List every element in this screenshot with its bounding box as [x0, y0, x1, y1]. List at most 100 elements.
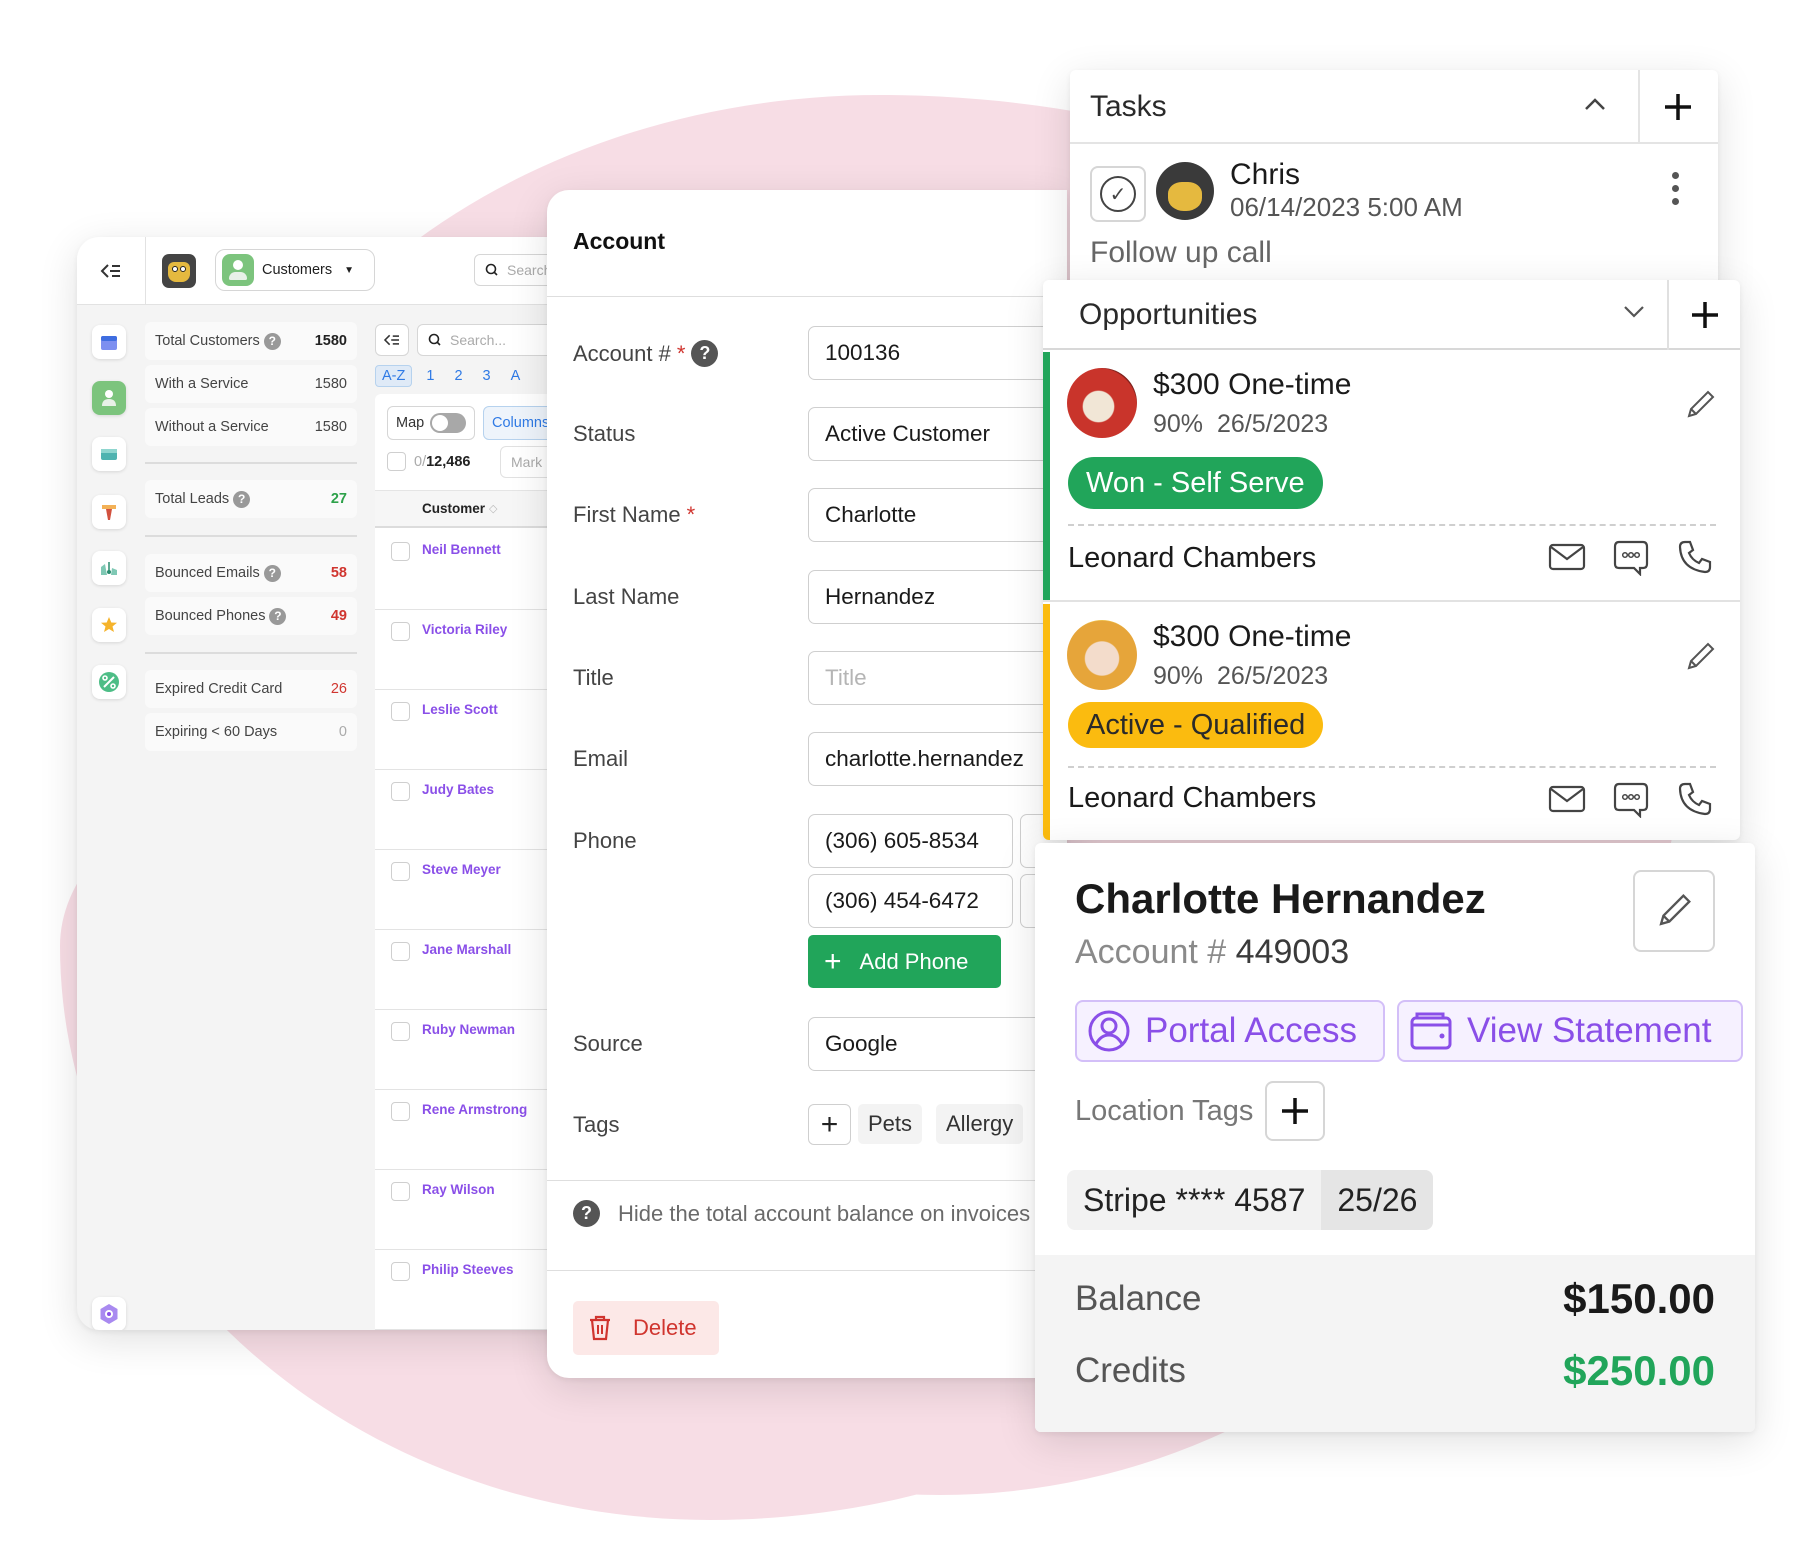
alpha-filter-item[interactable]: A-Z [375, 365, 413, 387]
customer-name-link[interactable]: Victoria Riley [422, 622, 507, 637]
edit-pencil-icon[interactable] [1683, 640, 1717, 682]
alpha-filter-item[interactable]: 2 [448, 366, 468, 386]
title-input[interactable]: Title [808, 651, 1067, 705]
row-checkbox[interactable] [391, 1022, 410, 1041]
chevron-up-icon[interactable] [1582, 88, 1608, 119]
add-opportunity-button[interactable] [1669, 280, 1740, 350]
user-circle-icon [1088, 1010, 1130, 1052]
tag-chip[interactable]: Allergy [936, 1104, 1024, 1144]
stat-label: With a Service [155, 376, 249, 392]
add-location-tag-button[interactable] [1265, 1081, 1326, 1141]
stat-without-service[interactable]: Without a Service 1580 [145, 408, 357, 446]
source-select[interactable]: Google [808, 1017, 1067, 1071]
alpha-filter-item[interactable]: 3 [477, 366, 497, 386]
row-checkbox[interactable] [391, 942, 410, 961]
sort-icon[interactable]: ◇ [489, 502, 497, 515]
select-all-checkbox[interactable] [387, 452, 406, 471]
row-checkbox[interactable] [391, 1262, 410, 1281]
row-checkbox[interactable] [391, 702, 410, 721]
help-icon[interactable]: ? [233, 490, 251, 508]
search-icon [428, 333, 441, 346]
customer-name-link[interactable]: Steve Meyer [422, 862, 501, 877]
stat-label: Total Customers [155, 333, 260, 349]
help-icon[interactable]: ? [263, 332, 281, 350]
selected-count: 0 [414, 453, 423, 470]
customer-name-link[interactable]: Ray Wilson [422, 1182, 495, 1197]
row-checkbox[interactable] [391, 622, 410, 641]
edit-pencil-icon[interactable] [1683, 388, 1717, 430]
status-select[interactable]: Active Customer [808, 407, 1067, 461]
phone-icon[interactable] [1676, 780, 1714, 818]
stat-total-leads[interactable]: Total Leads? 27 [145, 480, 357, 518]
hide-balance-option[interactable]: ? Hide the total account balance on invo… [573, 1200, 1030, 1227]
help-icon[interactable]: ? [269, 607, 287, 625]
gorilla-logo-icon [162, 254, 196, 288]
portal-access-button[interactable]: Portal Access [1075, 1000, 1385, 1062]
row-checkbox[interactable] [391, 1102, 410, 1121]
reports-icon[interactable] [92, 551, 126, 585]
chevron-down-icon[interactable] [1621, 294, 1647, 327]
stat-total-customers[interactable]: Total Customers? 1580 [145, 322, 357, 360]
toggle-switch[interactable] [430, 413, 467, 433]
customers-icon[interactable] [92, 381, 126, 415]
stat-expired-card[interactable]: Expired Credit Card 26 [145, 670, 357, 708]
alpha-filter-item[interactable]: 1 [420, 366, 440, 386]
help-icon[interactable]: ? [263, 564, 281, 582]
view-statement-button[interactable]: View Statement [1397, 1000, 1743, 1062]
opportunity-card[interactable]: $300 One-time 90% 26/5/2023 Active - Qua… [1043, 604, 1740, 840]
collapse-left-icon[interactable] [97, 257, 125, 285]
phone-input[interactable]: (306) 605-8534 [808, 814, 1013, 868]
alpha-filter-item[interactable]: A [505, 366, 527, 386]
stat-value: 1580 [314, 376, 347, 392]
stat-bounced-phones[interactable]: Bounced Phones? 49 [145, 597, 357, 635]
map-toggle[interactable]: Map [387, 406, 475, 440]
module-selector[interactable]: Customers ▼ [215, 249, 375, 291]
complete-task-checkbox[interactable]: ✓ [1090, 166, 1146, 222]
percent-icon[interactable] [92, 665, 126, 699]
sms-icon[interactable] [1612, 538, 1650, 576]
inbox-icon[interactable] [92, 437, 126, 471]
collapse-list-icon[interactable] [375, 324, 409, 356]
sms-icon[interactable] [1612, 780, 1650, 818]
phone-icon[interactable] [1676, 538, 1714, 576]
opportunity-card[interactable]: $300 One-time 90% 26/5/2023 Won - Self S… [1043, 352, 1740, 602]
panel-title: Account [573, 228, 665, 254]
tag-chip[interactable]: Pets [858, 1104, 923, 1144]
customer-name-link[interactable]: Leslie Scott [422, 702, 498, 717]
email-input[interactable]: charlotte.hernandez [808, 732, 1067, 786]
avatar [1067, 620, 1137, 690]
customer-name-link[interactable]: Ruby Newman [422, 1022, 515, 1037]
customer-name-link[interactable]: Judy Bates [422, 782, 494, 797]
calendar-icon[interactable] [92, 325, 126, 359]
row-checkbox[interactable] [391, 782, 410, 801]
customer-name-link[interactable]: Jane Marshall [422, 942, 511, 957]
stat-bounced-emails[interactable]: Bounced Emails? 58 [145, 554, 357, 592]
more-options-icon[interactable] [1670, 172, 1680, 205]
customer-name-link[interactable]: Rene Armstrong [422, 1102, 527, 1117]
last-name-input[interactable]: Hernandez [808, 570, 1067, 624]
phone-input[interactable]: (306) 454-6472 [808, 874, 1013, 928]
account-number-input[interactable]: 100136 [808, 326, 1067, 380]
help-icon[interactable]: ? [573, 1200, 600, 1227]
email-icon[interactable] [1548, 780, 1586, 818]
funnel-icon[interactable] [92, 495, 126, 529]
settings-icon[interactable] [92, 1297, 126, 1330]
first-name-input[interactable]: Charlotte [808, 488, 1067, 542]
customer-name-link[interactable]: Philip Steeves [422, 1262, 514, 1277]
stat-with-service[interactable]: With a Service 1580 [145, 365, 357, 403]
row-checkbox[interactable] [391, 542, 410, 561]
edit-customer-button[interactable] [1633, 870, 1715, 952]
opportunities-header: Opportunities [1043, 280, 1740, 350]
customer-name-link[interactable]: Neil Bennett [422, 542, 501, 557]
add-phone-button[interactable]: + Add Phone [808, 935, 1001, 988]
delete-button[interactable]: Delete [573, 1301, 719, 1355]
star-icon[interactable] [92, 608, 126, 642]
add-task-button[interactable] [1638, 70, 1718, 144]
payment-method-chip[interactable]: Stripe **** 4587 25/26 [1067, 1170, 1434, 1230]
row-checkbox[interactable] [391, 1182, 410, 1201]
stat-expiring-soon[interactable]: Expiring < 60 Days 0 [145, 713, 357, 751]
add-tag-button[interactable]: + [808, 1104, 851, 1145]
email-icon[interactable] [1548, 538, 1586, 576]
row-checkbox[interactable] [391, 862, 410, 881]
help-icon[interactable]: ? [691, 340, 719, 367]
